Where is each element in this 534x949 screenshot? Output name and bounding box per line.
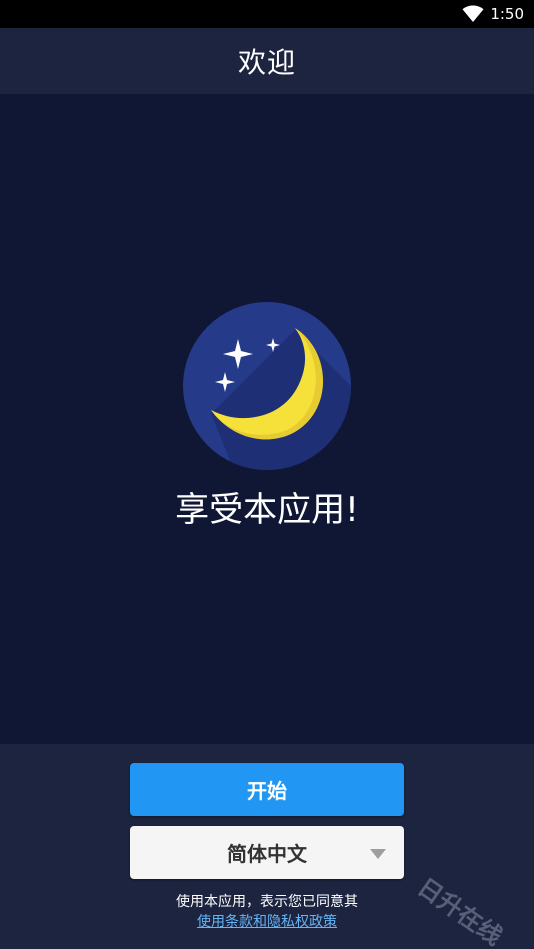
welcome-screen: 1:50 欢迎 享受本应用! 开始 简体中文 使用本应用，表示您已同意其 使用条… xyxy=(0,0,534,949)
status-bar: 1:50 xyxy=(0,0,534,28)
moon-stars-icon xyxy=(183,302,351,470)
terms-privacy-link[interactable]: 使用条款和隐私权政策 xyxy=(197,914,337,930)
app-bar: 欢迎 xyxy=(0,28,534,94)
start-button[interactable]: 开始 xyxy=(130,763,404,816)
main-content: 享受本应用! xyxy=(0,94,534,744)
chevron-down-icon xyxy=(370,849,386,859)
status-time: 1:50 xyxy=(490,5,524,23)
tagline: 享受本应用! xyxy=(175,490,359,530)
page-title: 欢迎 xyxy=(237,46,296,79)
language-select[interactable]: 简体中文 xyxy=(130,826,404,879)
wifi-icon xyxy=(462,5,484,22)
language-select-value: 简体中文 xyxy=(227,842,307,866)
